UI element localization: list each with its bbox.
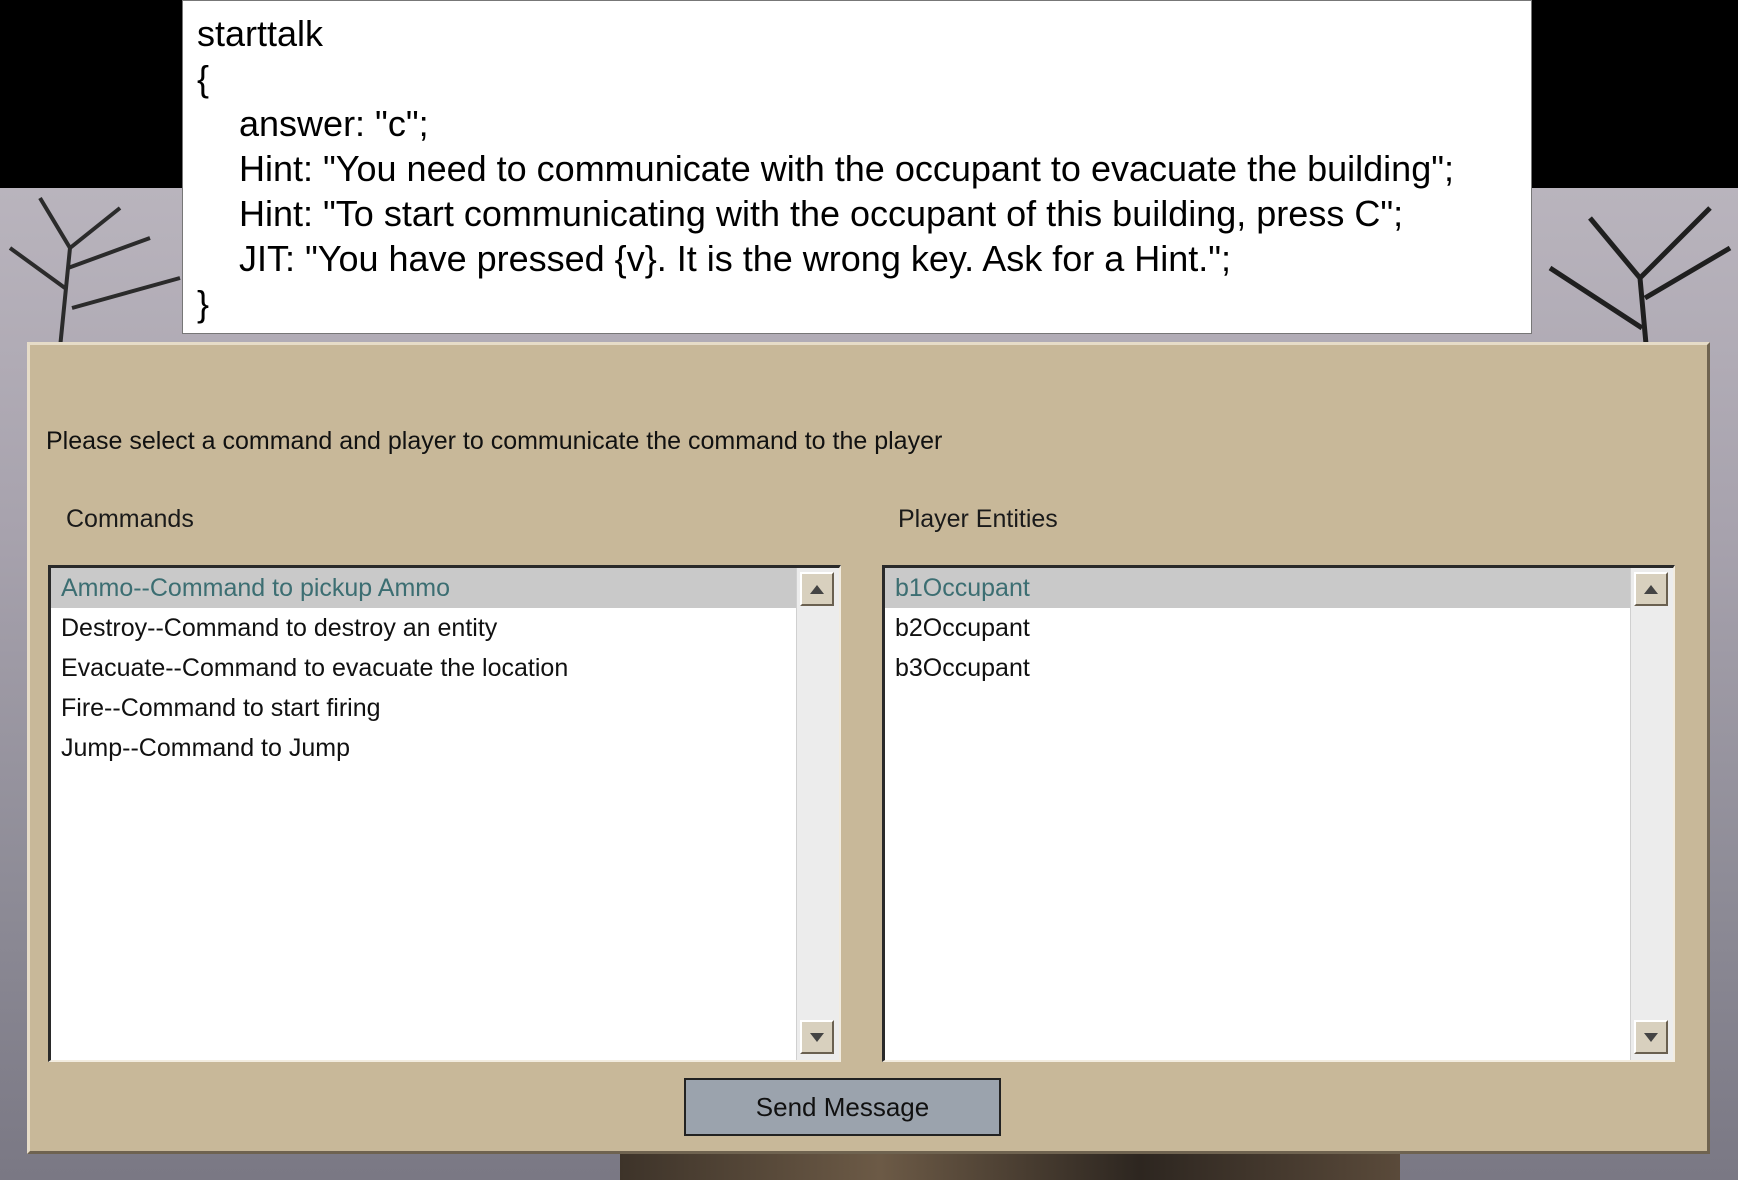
commands-list-items: Ammo--Command to pickup Ammo Destroy--Co…: [51, 568, 797, 1060]
command-item-ammo[interactable]: Ammo--Command to pickup Ammo: [51, 568, 797, 608]
arrow-down-icon: [810, 1032, 824, 1042]
ground-strip: [620, 1150, 1400, 1180]
players-scroll-up-button[interactable]: [1634, 572, 1668, 606]
command-item-destroy[interactable]: Destroy--Command to destroy an entity: [51, 608, 797, 648]
player-item-b1occupant[interactable]: b1Occupant: [885, 568, 1631, 608]
script-code-panel: starttalk { answer: "c"; Hint: "You need…: [182, 0, 1532, 334]
code-line: JIT: "You have pressed {v}. It is the wr…: [239, 238, 1232, 279]
command-item-evacuate[interactable]: Evacuate--Command to evacuate the locati…: [51, 648, 797, 688]
player-item-b2occupant[interactable]: b2Occupant: [885, 608, 1631, 648]
player-list-items: b1Occupant b2Occupant b3Occupant: [885, 568, 1631, 1060]
player-entities-listbox[interactable]: b1Occupant b2Occupant b3Occupant: [882, 565, 1675, 1062]
arrow-up-icon: [810, 584, 824, 594]
code-line: Hint: "To start communicating with the o…: [239, 193, 1404, 234]
commands-listbox[interactable]: Ammo--Command to pickup Ammo Destroy--Co…: [48, 565, 841, 1062]
left-tree-decoration: [8, 196, 181, 348]
dialog-prompt: Please select a command and player to co…: [46, 427, 943, 455]
command-item-fire[interactable]: Fire--Command to start firing: [51, 688, 797, 728]
players-scrollbar[interactable]: [1630, 568, 1673, 1060]
code-line: {: [197, 58, 210, 99]
code-line: answer: "c";: [239, 103, 429, 144]
code-line: Hint: "You need to communicate with the …: [239, 148, 1454, 189]
code-line: starttalk: [197, 13, 324, 54]
send-message-button[interactable]: Send Message: [684, 1078, 1001, 1136]
arrow-down-icon: [1644, 1032, 1658, 1042]
arrow-up-icon: [1644, 584, 1658, 594]
commands-label: Commands: [66, 505, 194, 533]
commands-scroll-up-button[interactable]: [800, 572, 834, 606]
player-entities-label: Player Entities: [898, 505, 1058, 533]
commands-scrollbar[interactable]: [796, 568, 839, 1060]
command-dialog: Please select a command and player to co…: [27, 342, 1710, 1154]
command-item-jump[interactable]: Jump--Command to Jump: [51, 728, 797, 768]
commands-scroll-down-button[interactable]: [800, 1020, 834, 1054]
player-item-b3occupant[interactable]: b3Occupant: [885, 648, 1631, 688]
code-line: }: [197, 283, 210, 324]
players-scroll-down-button[interactable]: [1634, 1020, 1668, 1054]
